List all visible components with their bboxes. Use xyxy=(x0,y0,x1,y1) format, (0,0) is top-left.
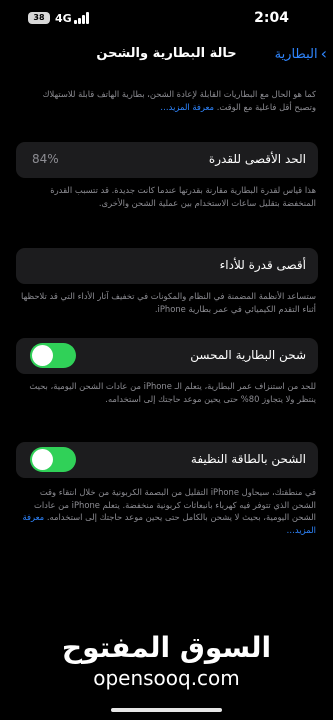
back-button[interactable]: › البطارية xyxy=(275,46,327,62)
clock: 2:04 xyxy=(254,10,289,26)
navigation-bar: حالة البطارية والشحن › البطارية xyxy=(0,40,333,70)
status-bar: 38 4G 2:04 xyxy=(0,0,333,40)
optimized-charging-label: شحن البطارية المحسن xyxy=(190,348,306,362)
peak-performance-label: أقصى قدرة للأداء xyxy=(219,258,306,272)
home-indicator[interactable] xyxy=(111,708,222,712)
max-capacity-description: هذا قياس لقدرة البطارية مقارنة بقدرتها ع… xyxy=(50,185,316,208)
learn-more-link[interactable]: معرفة المزيد… xyxy=(160,102,214,112)
clean-energy-row: الشحن بالطاقة النظيفة xyxy=(16,442,318,478)
chevron-right-icon: › xyxy=(320,44,327,63)
peak-performance-description: ستساعد الأنظمة المضمنة في النظام والمكون… xyxy=(21,291,316,314)
watermark: السوق المفتوح opensooq.com xyxy=(0,631,333,690)
toggle-knob xyxy=(32,449,53,470)
peak-performance-row[interactable]: أقصى قدرة للأداء xyxy=(16,248,318,284)
back-label: البطارية xyxy=(274,46,318,62)
max-capacity-label: الحد الأقصى للقدرة xyxy=(208,152,306,166)
watermark-arabic: السوق المفتوح xyxy=(61,631,272,664)
toggle-knob xyxy=(32,345,53,366)
max-capacity-value: 84% xyxy=(32,152,59,166)
signal-icon xyxy=(74,12,90,24)
watermark-english: opensooq.com xyxy=(93,666,240,690)
clean-energy-text-block: في منطقتك، سيحاول iPhone التقليل من البص… xyxy=(20,486,317,536)
clean-energy-description: في منطقتك، سيحاول iPhone التقليل من البص… xyxy=(33,487,316,523)
clean-energy-label: الشحن بالطاقة النظيفة xyxy=(190,452,306,466)
optimized-charging-description: للحد من استنزاف عمر البطارية، يتعلم الـ … xyxy=(29,381,316,404)
network-label: 4G xyxy=(55,12,72,25)
optimized-charging-toggle[interactable] xyxy=(30,343,76,368)
max-capacity-row: الحد الأقصى للقدرة 84% xyxy=(16,142,318,178)
optimized-charging-row: شحن البطارية المحسن xyxy=(16,338,318,374)
clean-energy-toggle[interactable] xyxy=(30,447,76,472)
battery-icon: 38 xyxy=(28,12,50,24)
intro-text-block: كما هو الحال مع البطاريات القابلة لإعادة… xyxy=(20,88,316,113)
